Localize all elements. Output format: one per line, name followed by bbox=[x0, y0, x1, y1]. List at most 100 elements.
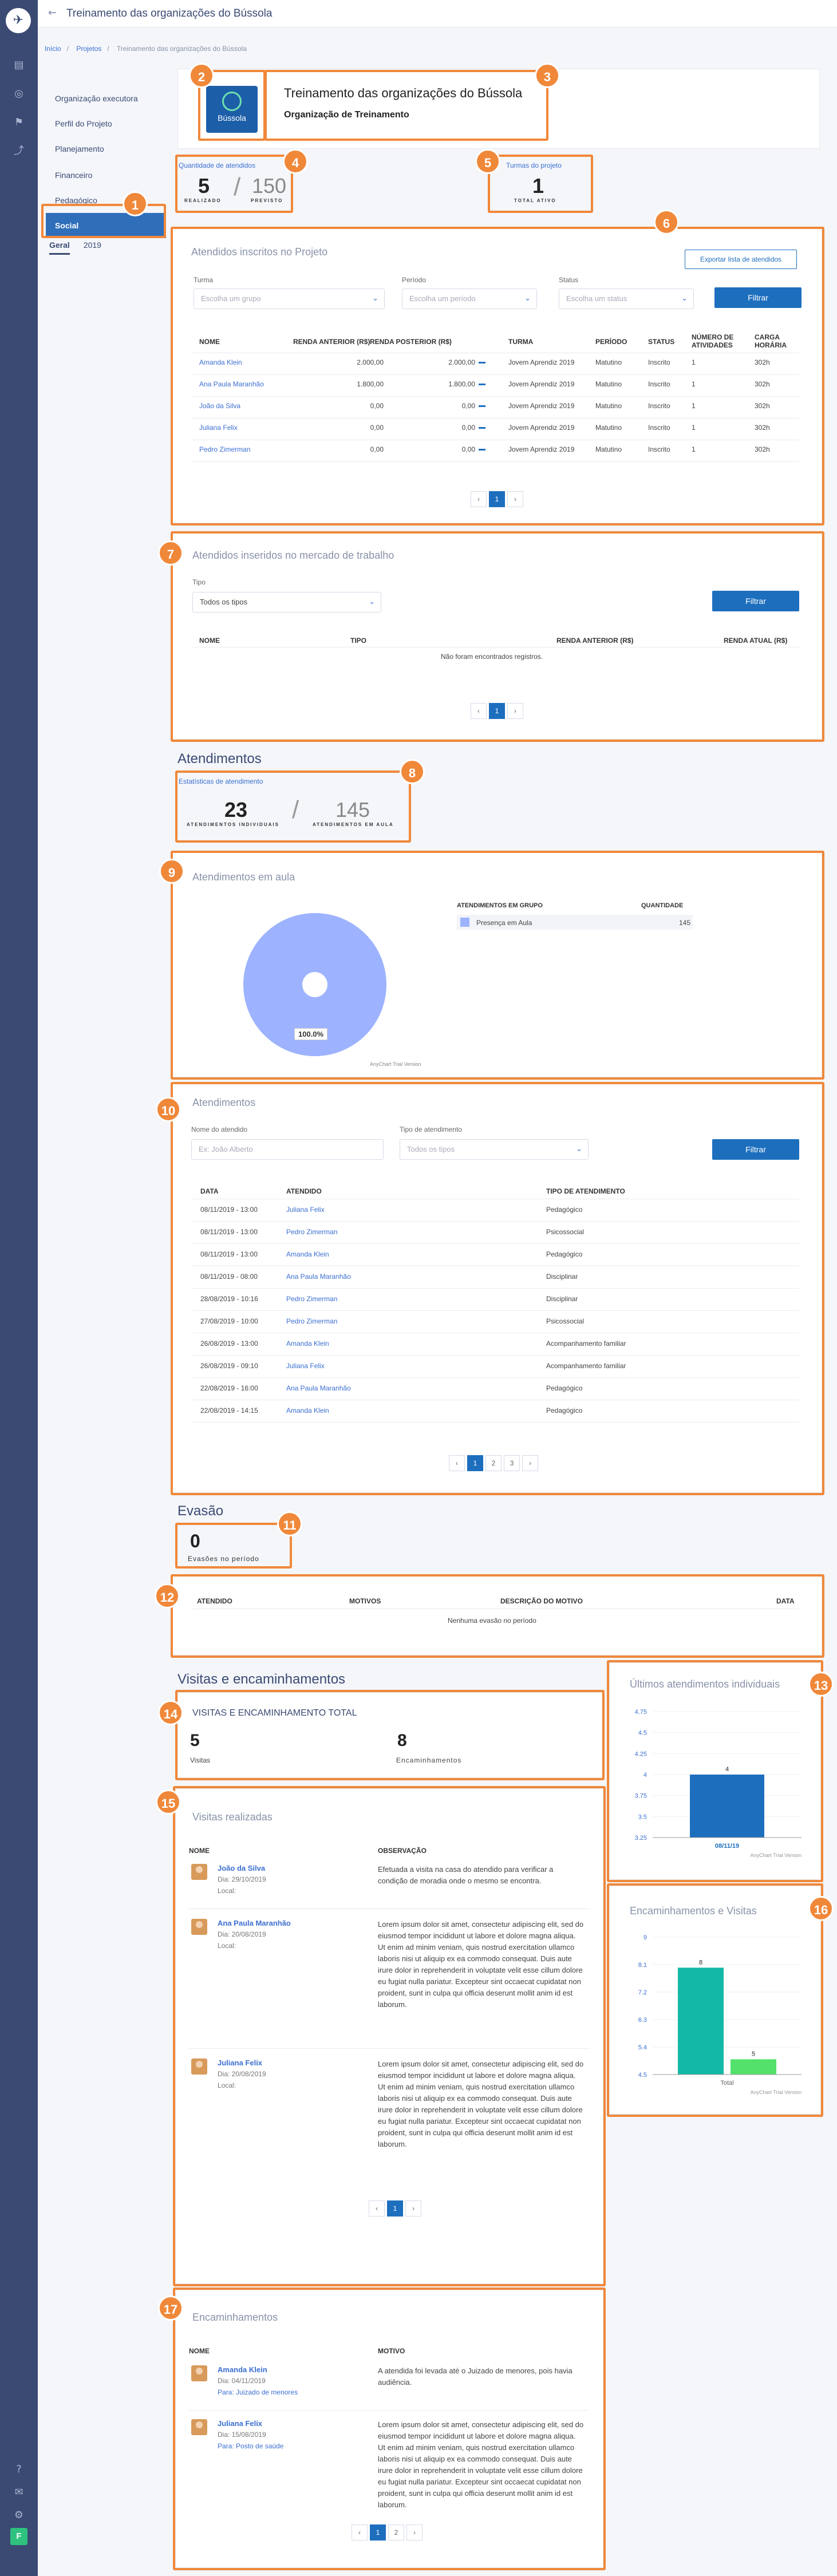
flag-icon[interactable]: ⚑ bbox=[11, 114, 27, 131]
attendee-link[interactable]: Juliana Felix bbox=[199, 424, 238, 432]
aula-title: Atendimentos em aula bbox=[192, 871, 295, 883]
tab-2019[interactable]: 2019 bbox=[84, 240, 101, 255]
page-button[interactable]: › bbox=[507, 703, 523, 719]
table-cell: Pedagógico bbox=[546, 1384, 583, 1392]
visit-name-link[interactable]: Ana Paula Maranhão bbox=[218, 1919, 291, 1927]
breadcrumb-inicio[interactable]: Início bbox=[45, 45, 61, 53]
table-cell: 08/11/2019 - 13:00 bbox=[200, 1250, 258, 1258]
page-button[interactable]: 1 bbox=[387, 2200, 403, 2217]
settings-icon[interactable]: ⚙ bbox=[11, 2507, 27, 2523]
visit-name-link[interactable]: Juliana Felix bbox=[218, 2059, 262, 2067]
page-button[interactable]: 1 bbox=[489, 703, 505, 719]
attendee-link[interactable]: Amanda Klein bbox=[286, 1406, 329, 1415]
visit-name-link[interactable]: João da Silva bbox=[218, 1864, 265, 1872]
attendee-link[interactable]: Amanda Klein bbox=[286, 1250, 329, 1258]
page-button[interactable]: 1 bbox=[467, 1455, 483, 1471]
page-title: Treinamento das organizações do Bússola bbox=[66, 7, 273, 19]
tab-geral[interactable]: Geral bbox=[49, 240, 70, 255]
table-cell: Jovem Aprendiz 2019 bbox=[508, 402, 575, 410]
periodo-select[interactable]: Escolha um período ⌄ bbox=[402, 289, 537, 309]
page-button[interactable]: ‹ bbox=[471, 703, 487, 719]
attendee-link[interactable]: Pedro Zimerman bbox=[286, 1295, 337, 1303]
mercado-col-nome: NOME bbox=[199, 637, 220, 645]
attendee-link[interactable]: Amanda Klein bbox=[199, 358, 242, 366]
nav-perfil-projeto[interactable]: Perfil do Projeto bbox=[46, 111, 166, 136]
inscritos-col-1: RENDA ANTERIOR (R$) bbox=[293, 338, 370, 346]
table-cell: 0,00 bbox=[370, 402, 384, 410]
periodo-select-value: Escolha um período bbox=[409, 294, 476, 303]
inscritos-col-7: CARGA HORÁRIA bbox=[755, 333, 787, 349]
attendee-link[interactable]: Juliana Felix bbox=[286, 1206, 325, 1214]
table-cell: Disciplinar bbox=[546, 1273, 578, 1281]
encam-name-link[interactable]: Amanda Klein bbox=[218, 2365, 267, 2374]
page-button[interactable]: ‹ bbox=[471, 491, 487, 507]
encam-name-link[interactable]: Juliana Felix bbox=[218, 2419, 262, 2428]
attendee-link[interactable]: Ana Paula Maranhão bbox=[286, 1384, 351, 1392]
bar[interactable] bbox=[731, 2059, 776, 2075]
divider bbox=[192, 1310, 799, 1311]
atend-f1-label: Nome do atendido bbox=[191, 1125, 248, 1133]
attendee-link[interactable]: Amanda Klein bbox=[286, 1340, 329, 1348]
chevron-down-icon: ⌄ bbox=[372, 294, 378, 303]
highlight-12 bbox=[171, 1574, 824, 1658]
page-button[interactable]: › bbox=[522, 1455, 538, 1471]
nav-financeiro[interactable]: Financeiro bbox=[46, 163, 166, 188]
page-button[interactable]: 3 bbox=[504, 1455, 520, 1471]
app-logo-icon[interactable]: ✈ bbox=[6, 8, 31, 33]
attendee-link[interactable]: Ana Paula Maranhão bbox=[199, 380, 264, 388]
inscritos-filter-button[interactable]: Filtrar bbox=[714, 287, 802, 308]
help-icon[interactable]: ? bbox=[11, 2462, 27, 2478]
inscritos-col-5: STATUS bbox=[648, 338, 675, 346]
breadcrumb-projetos[interactable]: Projetos bbox=[76, 45, 101, 53]
table-cell: 2.000,00 bbox=[357, 358, 384, 366]
y-tick-label: 6.3 bbox=[638, 2017, 647, 2024]
page-button[interactable]: 1 bbox=[370, 2524, 386, 2541]
atend-tipo-select[interactable]: Todos os tipos ⌄ bbox=[400, 1139, 589, 1160]
mercado-filter-button[interactable]: Filtrar bbox=[712, 591, 799, 611]
attendee-link[interactable]: João da Silva bbox=[199, 402, 240, 410]
page-button[interactable]: 2 bbox=[388, 2524, 404, 2541]
messages-icon[interactable]: ✉ bbox=[11, 2484, 27, 2500]
page-button[interactable]: 1 bbox=[489, 491, 505, 507]
status-select-value: Escolha um status bbox=[566, 294, 627, 303]
user-avatar[interactable]: F bbox=[10, 2528, 27, 2545]
nav-planejamento[interactable]: Planejamento bbox=[46, 136, 166, 161]
inscritos-title: Atendidos inscritos no Projeto bbox=[191, 246, 328, 258]
attendee-link[interactable]: Pedro Zimerman bbox=[286, 1317, 337, 1325]
bar[interactable] bbox=[678, 1967, 724, 2075]
page-button[interactable]: › bbox=[507, 491, 523, 507]
inscritos-col-3: TURMA bbox=[508, 338, 534, 346]
target-icon[interactable]: ◎ bbox=[11, 86, 27, 102]
attendee-link[interactable]: Pedro Zimerman bbox=[286, 1228, 337, 1236]
page-button[interactable]: ‹ bbox=[449, 1455, 465, 1471]
status-select[interactable]: Escolha um status ⌄ bbox=[559, 289, 694, 309]
bar[interactable] bbox=[690, 1775, 764, 1838]
atend-filter-button[interactable]: Filtrar bbox=[712, 1139, 799, 1160]
atend-col-0: DATA bbox=[200, 1187, 219, 1195]
page-button[interactable]: ‹ bbox=[369, 2200, 385, 2217]
chart-icon[interactable]: ⤴ bbox=[11, 143, 27, 159]
table-cell: 08/11/2019 - 13:00 bbox=[200, 1206, 258, 1214]
page-button[interactable]: 2 bbox=[485, 1455, 502, 1471]
back-arrow-icon[interactable]: ← bbox=[48, 7, 57, 19]
badge-4: 4 bbox=[283, 149, 308, 174]
list-icon[interactable]: ▤ bbox=[11, 57, 27, 73]
attendee-link[interactable]: Ana Paula Maranhão bbox=[286, 1273, 351, 1281]
atend-name-input[interactable]: Ex: João Alberto bbox=[191, 1139, 384, 1160]
tipo-select[interactable]: Todos os tipos ⌄ bbox=[192, 592, 381, 613]
turma-select[interactable]: Escolha um grupo ⌄ bbox=[194, 289, 385, 309]
export-button[interactable]: Exportar lista de atendidos bbox=[685, 250, 797, 269]
encvis-title: Encaminhamentos e Visitas bbox=[630, 1905, 757, 1917]
year-tabs: Geral 2019 bbox=[49, 240, 101, 255]
divider bbox=[192, 1221, 799, 1222]
nav-organizacao-executora[interactable]: Organização executora bbox=[46, 86, 166, 111]
page-button[interactable]: › bbox=[405, 2200, 421, 2217]
top-bar: ← Treinamento das organizações do Bússol… bbox=[38, 0, 837, 27]
table-cell: Pedagógico bbox=[546, 1206, 583, 1214]
page-button[interactable]: › bbox=[406, 2524, 423, 2541]
attendee-link[interactable]: Juliana Felix bbox=[286, 1362, 325, 1370]
attendee-link[interactable]: Pedro Zimerman bbox=[199, 445, 250, 453]
table-cell: Inscrito bbox=[648, 358, 670, 366]
badge-15: 15 bbox=[156, 1789, 181, 1815]
page-button[interactable]: ‹ bbox=[352, 2524, 368, 2541]
